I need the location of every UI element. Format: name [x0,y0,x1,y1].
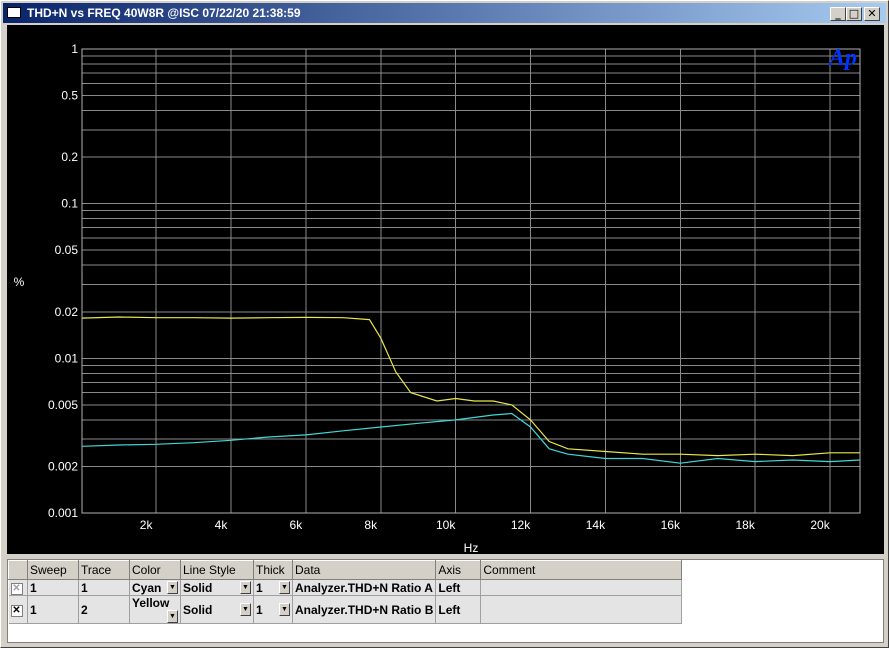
y-tick-label: 0.02 [55,305,79,319]
y-tick-label: 0.2 [61,150,78,164]
chevron-down-icon[interactable]: ▼ [167,580,178,594]
col-sweep[interactable]: Sweep [27,560,79,580]
line-style-value: Solid [183,580,213,595]
chevron-down-icon[interactable]: ▼ [240,580,251,594]
y-tick-label: 0.1 [61,197,78,211]
col-comment[interactable]: Comment [480,560,683,580]
y-tick-label: 0.002 [48,459,78,473]
cell-line-style[interactable]: Solid ▼ [180,595,254,624]
cell-thick[interactable]: 1 ▼ [253,595,293,624]
chevron-down-icon[interactable]: ▼ [279,602,290,616]
ap-logo: Ap [829,45,858,71]
color-value: Cyan [132,580,162,595]
window-title: THD+N vs FREQ 40W8R @ISC 07/22/20 21:38:… [27,6,301,20]
thick-value: 1 [256,580,263,595]
y-tick-label: 1 [71,42,78,56]
graph-window: THD+N vs FREQ 40W8R @ISC 07/22/20 21:38:… [0,0,889,648]
y-tick-label: 0.5 [61,89,78,103]
cell-trace[interactable]: 2 [78,595,130,624]
col-thick[interactable]: Thick [253,560,293,580]
cell-color[interactable]: Yellow ▼ [129,595,181,624]
x-tick-label: 2k [140,518,154,532]
x-tick-label: 10k [436,518,456,532]
row-checkbox[interactable]: ✕ [8,595,28,624]
trace-table: Sweep Trace Color Line Style Thick Data … [8,560,683,624]
line-style-value: Solid [183,602,213,617]
x-tick-label: 14k [586,518,606,532]
title-bar[interactable]: THD+N vs FREQ 40W8R @ISC 07/22/20 21:38:… [3,3,886,23]
check-icon[interactable]: ✕ [10,605,23,617]
row-checkbox[interactable]: ✕ [8,579,28,596]
x-tick-label: 4k [215,518,229,532]
cell-data[interactable]: Analyzer.THD+N Ratio B [292,595,437,624]
chevron-down-icon[interactable]: ▼ [167,610,178,623]
x-tick-label: 18k [735,518,755,532]
col-trace[interactable]: Trace [78,560,130,580]
x-tick-label: 20k [810,518,830,532]
series-line-2 [81,316,860,457]
cell-thick[interactable]: 1 ▼ [253,579,293,596]
cell-trace[interactable]: 1 [78,579,130,596]
maximize-button[interactable]: □ [846,7,862,21]
table-row[interactable]: ✕ 1 1 Cyan ▼ Solid ▼ 1 ▼ Analyzer.THD+N Rat… [8,579,683,596]
col-data[interactable]: Data [291,560,437,580]
color-value: Yellow [132,596,170,610]
x-tick-label: 6k [290,518,304,532]
cell-comment[interactable] [480,579,683,596]
y-tick-label: 0.01 [55,351,79,365]
cell-line-style[interactable]: Solid ▼ [180,579,254,596]
col-line-style[interactable]: Line Style [180,560,254,580]
table-row[interactable]: ✕ 1 2 Yellow ▼ Solid ▼ 1 ▼ Analyzer.THD+N R… [8,595,683,624]
cell-axis[interactable]: Left [435,579,482,596]
x-tick-label: 12k [511,518,531,532]
cell-data[interactable]: Analyzer.THD+N Ratio A [292,579,437,596]
cell-comment[interactable] [480,595,683,624]
chevron-down-icon[interactable]: ▼ [240,602,251,616]
check-icon[interactable]: ✕ [10,583,23,595]
trace-table-panel: Sweep Trace Color Line Style Thick Data … [7,559,884,643]
thick-value: 1 [256,602,263,617]
col-color[interactable]: Color [129,560,181,580]
plot-area: 1 0.5 0.2 0.1 0.05 0.02 0.01 0.005 0.002 0.001 2k 4… [7,25,884,555]
y-tick-label: 0.001 [48,506,78,520]
close-button[interactable]: ✕ [864,7,880,21]
thdn-chart: 1 0.5 0.2 0.1 0.05 0.02 0.01 0.005 0.002 0.001 2k 4… [14,42,861,555]
x-axis-label: Hz [464,541,479,554]
series-line-1 [81,412,861,464]
cell-color[interactable]: Cyan ▼ [129,579,181,596]
col-select[interactable] [8,560,28,580]
window-icon [7,7,21,18]
cell-sweep[interactable]: 1 [27,579,79,596]
x-tick-label: 8k [364,518,378,532]
cell-sweep[interactable]: 1 [27,595,79,624]
y-tick-label: 0.05 [55,243,79,257]
x-tick-label: 16k [661,518,681,532]
cell-axis[interactable]: Left [435,595,482,624]
trace-table-header: Sweep Trace Color Line Style Thick Data … [8,560,683,580]
col-axis[interactable]: Axis [435,560,482,580]
y-tick-label: 0.005 [48,398,78,412]
minimize-button[interactable]: _ [830,7,846,21]
plot-frame [81,48,861,514]
y-axis-label: % [14,275,25,289]
chevron-down-icon[interactable]: ▼ [279,580,290,594]
